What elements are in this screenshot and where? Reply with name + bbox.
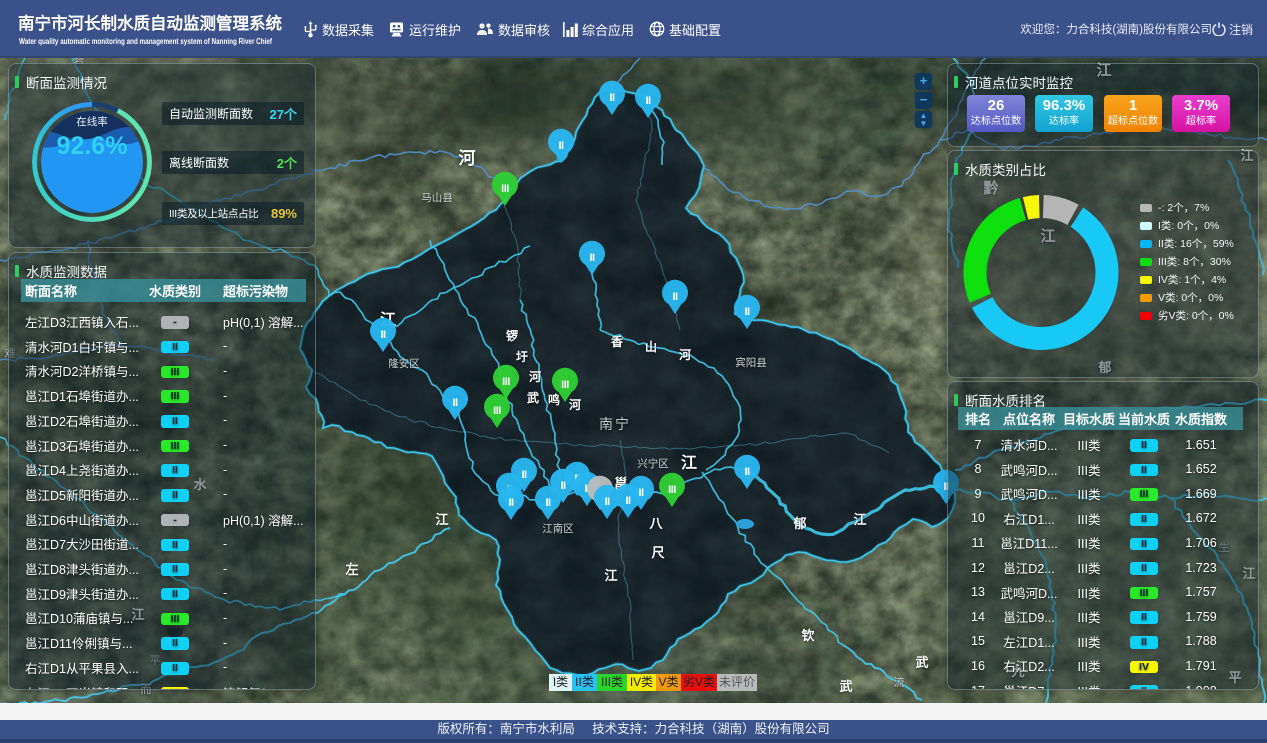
svg-text:III: III xyxy=(493,405,501,417)
svg-text:III: III xyxy=(501,183,509,195)
svg-text:尺: 尺 xyxy=(651,545,664,560)
svg-text:II: II xyxy=(604,496,610,508)
svg-text:II: II xyxy=(380,329,386,341)
svg-text:II: II xyxy=(452,397,458,409)
svg-text:II: II xyxy=(521,469,527,481)
svg-text:河: 河 xyxy=(678,347,691,362)
svg-text:江: 江 xyxy=(435,512,448,527)
svg-text:II: II xyxy=(645,95,651,107)
svg-text:马山县: 马山县 xyxy=(421,192,453,204)
svg-text:钦: 钦 xyxy=(800,628,814,643)
svg-text:江南区: 江南区 xyxy=(542,522,574,535)
svg-text:河: 河 xyxy=(568,397,581,412)
svg-text:河: 河 xyxy=(459,149,476,168)
svg-text:隆安区: 隆安区 xyxy=(388,357,420,370)
svg-text:II: II xyxy=(625,495,631,507)
svg-text:江: 江 xyxy=(604,568,617,583)
svg-text:山: 山 xyxy=(645,339,657,354)
svg-text:武: 武 xyxy=(839,679,852,694)
svg-text:鸣: 鸣 xyxy=(548,392,560,407)
svg-text:郁: 郁 xyxy=(792,516,806,531)
svg-text:II: II xyxy=(545,497,551,509)
svg-text:江: 江 xyxy=(853,512,866,527)
svg-text:武: 武 xyxy=(527,390,539,405)
svg-text:II: II xyxy=(560,480,566,492)
svg-text:河: 河 xyxy=(528,369,541,384)
svg-text:II: II xyxy=(744,306,750,318)
svg-text:锣: 锣 xyxy=(506,328,518,343)
svg-text:香: 香 xyxy=(610,334,623,349)
svg-text:II: II xyxy=(609,92,615,104)
svg-text:兴宁区: 兴宁区 xyxy=(637,457,669,470)
svg-text:92.6%: 92.6% xyxy=(57,132,128,160)
svg-text:圩: 圩 xyxy=(516,350,528,364)
svg-text:II: II xyxy=(638,487,644,499)
svg-text:流: 流 xyxy=(894,675,905,689)
svg-text:III: III xyxy=(561,379,569,391)
svg-text:在线率: 在线率 xyxy=(76,115,108,128)
svg-text:八: 八 xyxy=(648,516,663,531)
svg-text:II: II xyxy=(744,466,750,478)
svg-text:III: III xyxy=(668,484,676,496)
svg-text:南宁: 南宁 xyxy=(599,416,631,432)
svg-text:II: II xyxy=(558,140,564,152)
svg-text:II: II xyxy=(508,497,514,509)
svg-text:左: 左 xyxy=(345,562,358,577)
svg-text:江: 江 xyxy=(681,454,697,472)
svg-text:II: II xyxy=(672,291,678,303)
svg-text:武: 武 xyxy=(915,655,928,670)
svg-text:宾阳县: 宾阳县 xyxy=(735,356,767,369)
svg-text:III: III xyxy=(502,376,510,388)
svg-text:II: II xyxy=(589,252,595,264)
